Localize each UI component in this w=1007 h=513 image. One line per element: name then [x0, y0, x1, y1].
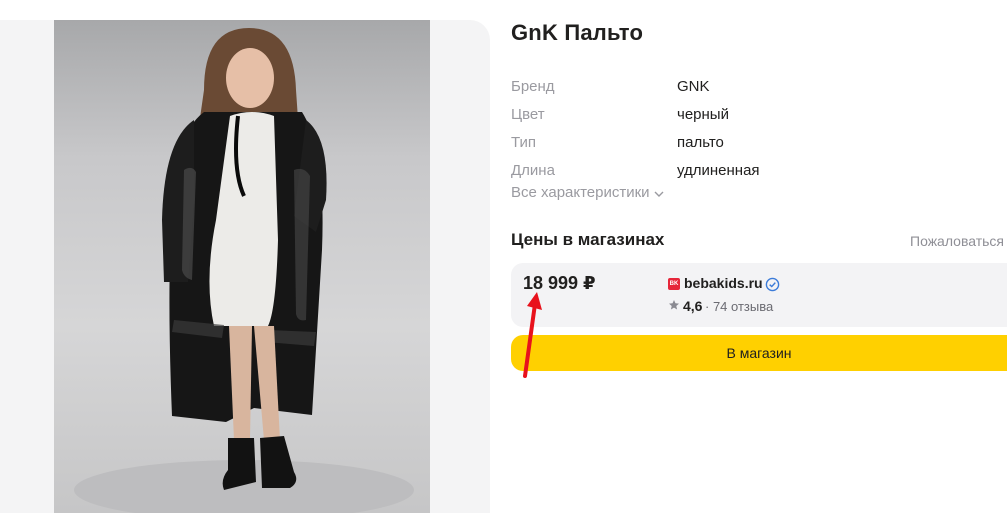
product-specs: Бренд GNK Цвет черный Тип пальто Длина у… — [511, 72, 811, 184]
spec-name: Цвет — [511, 105, 545, 123]
product-page: GnK Пальто Бренд GNK Цвет черный Тип пал… — [0, 0, 1007, 513]
shop-reviews[interactable]: · 74 отзыва — [705, 299, 773, 314]
shop-logo: BK — [668, 278, 680, 290]
go-to-shop-button[interactable]: В магазин — [511, 335, 1007, 371]
spec-value: GNK — [677, 77, 710, 95]
spec-row: Бренд GNK — [511, 72, 811, 100]
verified-icon — [765, 277, 780, 292]
spec-value: пальто — [677, 133, 724, 151]
shop-name[interactable]: bebakids.ru — [684, 275, 763, 291]
complain-link[interactable]: Пожаловаться — [910, 233, 1004, 249]
all-specs-link[interactable]: Все характеристики — [511, 184, 664, 201]
product-photo-illustration — [74, 28, 414, 513]
product-title: GnK Пальто — [511, 20, 644, 45]
chevron-down-icon — [654, 191, 664, 197]
shop-rating: 4,6 — [683, 298, 703, 314]
spec-value: удлиненная — [677, 161, 760, 179]
all-specs-label: Все характеристики — [511, 184, 650, 201]
spec-name: Длина — [511, 161, 555, 179]
annotation-arrow-icon — [523, 292, 542, 378]
product-photo[interactable] — [54, 20, 430, 513]
star-icon — [669, 300, 679, 310]
spec-row: Цвет черный — [511, 100, 811, 128]
prices-heading: Цены в магазинах — [511, 230, 665, 249]
spec-row: Длина удлиненная — [511, 156, 811, 184]
spec-name: Бренд — [511, 77, 555, 95]
spec-name: Тип — [511, 133, 537, 151]
spec-row: Тип пальто — [511, 128, 811, 156]
offer-card[interactable]: 18 999 ₽ BK bebakids.ru 4,6 · 74 отзыва — [511, 263, 1007, 327]
product-gallery — [0, 20, 490, 513]
spec-value: черный — [677, 105, 729, 123]
